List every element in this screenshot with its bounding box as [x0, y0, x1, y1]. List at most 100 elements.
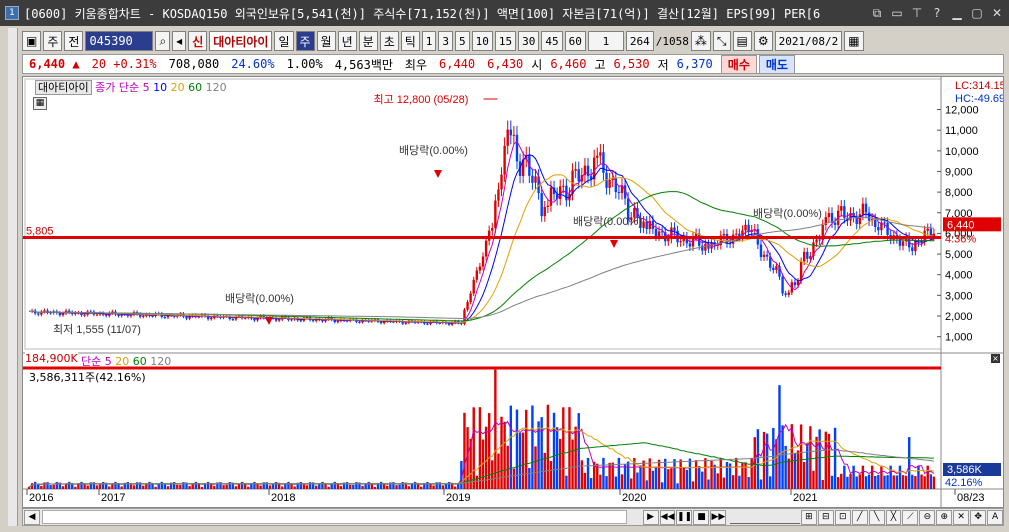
buy-button[interactable]: 매수 — [720, 54, 757, 74]
line-tool4-icon[interactable]: ⟋ — [902, 509, 919, 525]
candle-body — [901, 241, 905, 246]
save-icon[interactable]: ▤ — [732, 31, 752, 51]
stock-code-input[interactable]: 045390 — [85, 31, 154, 51]
play-icon[interactable]: ▶ — [642, 509, 659, 525]
volume-bar — [589, 478, 593, 489]
line-tool-icon[interactable]: ╱ — [851, 509, 868, 525]
volume-bar — [753, 437, 756, 489]
left-strip — [8, 28, 18, 526]
help-icon[interactable]: ? — [929, 5, 945, 21]
zoom-icon[interactable]: ⤡ — [712, 31, 731, 51]
line-tool3-icon[interactable]: ╳ — [885, 509, 902, 525]
candle-body — [784, 293, 787, 295]
market-select[interactable]: 주 — [43, 31, 63, 51]
calendar-icon[interactable]: ▦ — [844, 31, 864, 51]
link-icon[interactable]: ⧉ — [869, 5, 885, 21]
interval-5[interactable]: 5 — [455, 31, 470, 51]
forward-icon[interactable]: ▶▶ — [710, 509, 727, 525]
volume-bar — [290, 483, 293, 489]
search-icon[interactable]: ⌕ — [155, 31, 171, 51]
period-minute[interactable]: 분 — [358, 31, 378, 51]
interval-60[interactable]: 60 — [564, 31, 586, 51]
volume-bar — [815, 436, 818, 489]
volume-bar — [697, 466, 701, 489]
period-month[interactable]: 월 — [316, 31, 336, 51]
low-price: 6,370 — [676, 57, 713, 71]
sell-button[interactable]: 매도 — [758, 54, 795, 74]
volume-bar — [707, 479, 710, 489]
line-tool2-icon[interactable]: ╲ — [868, 509, 885, 525]
period-day[interactable]: 일 — [274, 31, 294, 51]
zoom-out-icon[interactable]: ⊖ — [919, 509, 936, 525]
volume-bar — [549, 461, 553, 489]
count-input[interactable]: 264 — [625, 31, 654, 51]
close-panel-icon[interactable]: × — [991, 354, 1000, 363]
minimize-icon[interactable]: ▁ — [949, 5, 965, 21]
interval-1[interactable]: 1 — [421, 31, 437, 51]
move-icon[interactable]: ✥ — [970, 509, 987, 525]
layout-icon[interactable]: ⊟ — [817, 509, 834, 525]
dividend-annotation-2: 배당락(0.00%) — [399, 144, 468, 157]
dividend-marker-1 — [265, 317, 273, 325]
rewind-icon[interactable]: ◀◀ — [659, 509, 676, 525]
volume-bar — [410, 483, 414, 489]
gear-icon[interactable]: ⚙ — [753, 31, 773, 51]
save-window-icon[interactable]: ▭ — [889, 5, 905, 21]
interval-15[interactable]: 15 — [494, 31, 517, 51]
candle-body — [379, 321, 383, 324]
volume-bar — [904, 475, 908, 489]
new-badge[interactable]: 신 — [188, 31, 208, 51]
date-input[interactable]: 2021/08/2 — [774, 31, 843, 51]
candle-body — [806, 251, 809, 259]
volume-bar — [521, 432, 525, 489]
volume-bar — [454, 486, 457, 489]
candle-body — [722, 234, 726, 236]
settings-small-icon[interactable]: ⊡ — [834, 509, 851, 525]
grid-icon[interactable]: ▦ — [33, 97, 47, 110]
volume-bar — [744, 462, 747, 489]
fit-icon[interactable]: ⊞ — [800, 509, 817, 525]
ma5-line — [28, 140, 935, 324]
pause-icon[interactable]: ❚❚ — [676, 509, 693, 525]
font-icon[interactable]: A — [987, 509, 1003, 525]
interval-10[interactable]: 10 — [471, 31, 493, 51]
volume-bar — [382, 484, 386, 489]
chart-tool-icon[interactable]: ⁂ — [690, 31, 711, 51]
volume-bar — [327, 486, 330, 489]
chart-area[interactable]: 12,000 11,000 10,000 9,000 8,000 7,000 6,000 5,… — [22, 76, 1004, 508]
scroll-left-icon[interactable]: ◀ — [24, 509, 40, 525]
period-tick[interactable]: 틱 — [400, 31, 420, 51]
period-week[interactable]: 주 — [295, 31, 315, 51]
volume-bar — [836, 477, 840, 489]
volume-bar — [487, 413, 491, 489]
volume-bar — [657, 459, 661, 489]
zoom-in-icon[interactable]: ⊕ — [936, 509, 953, 525]
interval-45[interactable]: 45 — [541, 31, 563, 51]
pin-icon[interactable]: ⊤ — [909, 5, 925, 21]
scroll-track[interactable] — [41, 510, 627, 524]
menu-icon[interactable]: ▣ — [22, 31, 42, 51]
volume-bar — [546, 404, 550, 489]
interval-30[interactable]: 30 — [518, 31, 540, 51]
close-icon[interactable]: ✕ — [989, 5, 1005, 21]
interval-3[interactable]: 3 — [438, 31, 454, 51]
scroll-bar[interactable]: ◀ ▶ ◀◀ ❚❚ ■ ▶▶ ⊞ ⊟ ⊡ ╱ ╲ ╳ ⟋ ⊖ ⊕ ✕ ✥ A — [22, 508, 1004, 526]
volume-bar — [293, 486, 296, 489]
maximize-icon[interactable]: ▢ — [969, 5, 985, 21]
type-select[interactable]: 전 — [64, 31, 84, 51]
volume-bar — [74, 486, 77, 489]
zoom-slider[interactable] — [730, 510, 800, 524]
stock-name-tag: 대아티아이 — [35, 80, 92, 95]
period-year[interactable]: 년 — [337, 31, 357, 51]
period-second[interactable]: 초 — [379, 31, 399, 51]
best-label: 최우 — [404, 57, 428, 72]
volume-bar — [364, 484, 367, 489]
stop-icon[interactable]: ■ — [693, 509, 710, 525]
speaker-icon[interactable]: ◂ — [172, 31, 187, 51]
reset-icon[interactable]: ✕ — [953, 509, 970, 525]
volume-bar — [568, 407, 571, 489]
candle-body — [926, 228, 929, 231]
candle-body — [759, 244, 763, 258]
interval-select[interactable]: 1 — [587, 31, 624, 51]
chart-svg[interactable]: 12,00011,00010,0009,0008,0007,0006,0005,… — [23, 77, 1003, 507]
